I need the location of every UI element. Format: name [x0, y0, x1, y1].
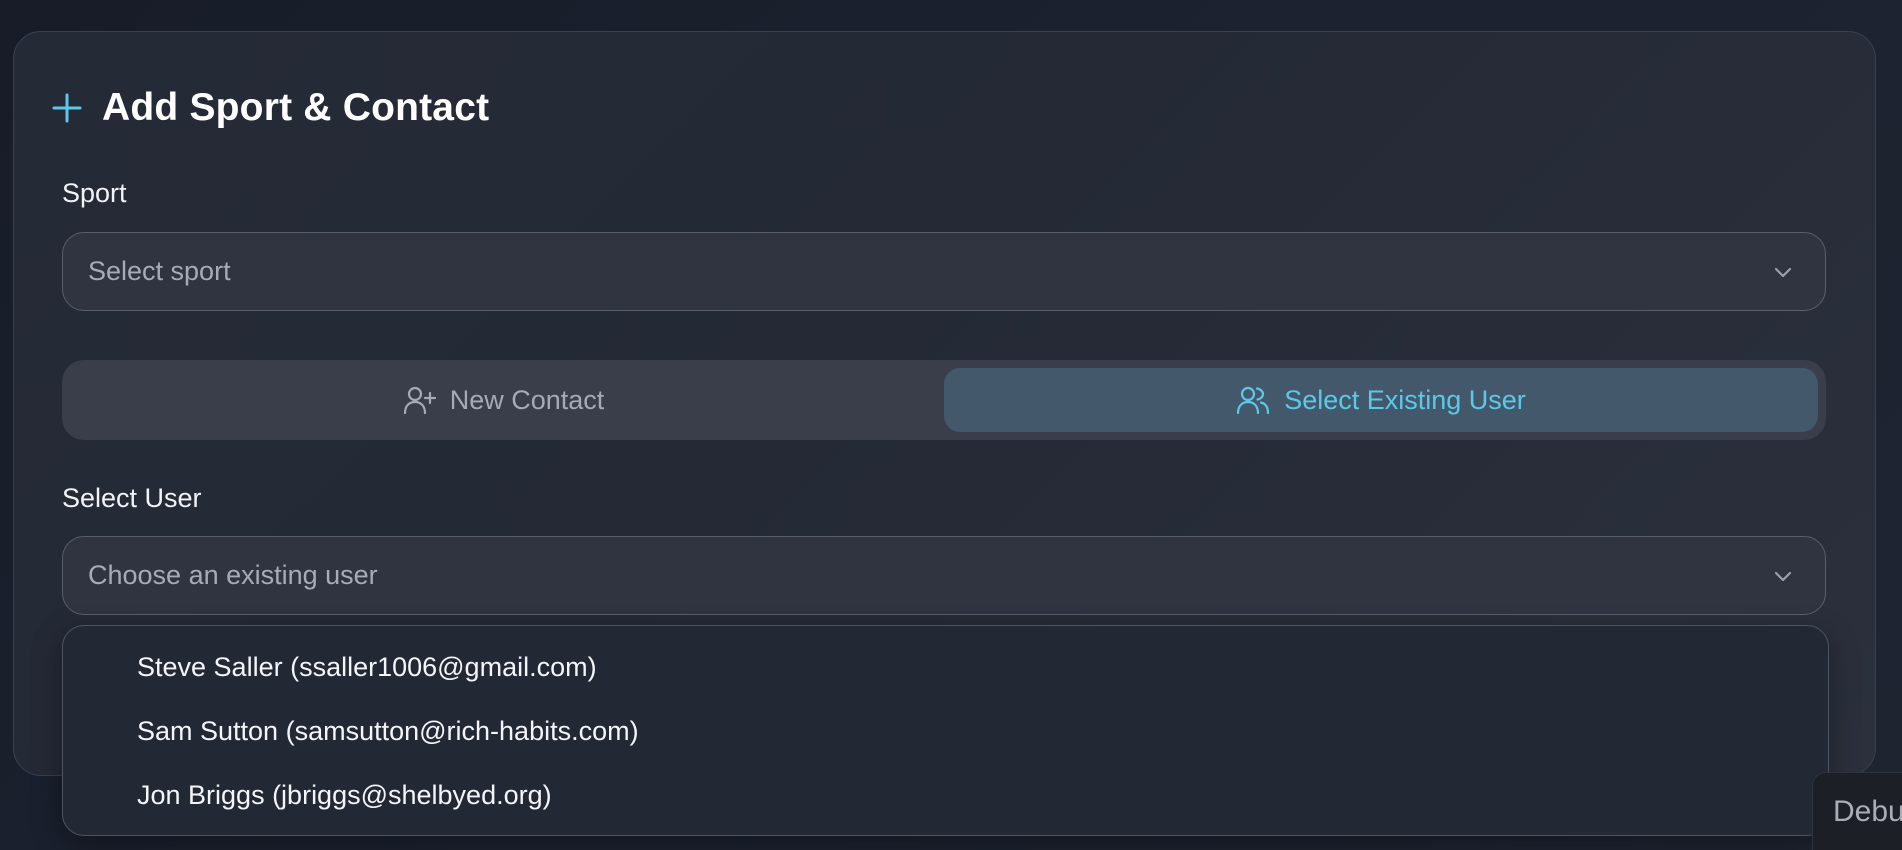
user-dropdown-list: Steve Saller (ssaller1006@gmail.com) Sam… [62, 625, 1829, 836]
card-title: Add Sport & Contact [102, 86, 490, 129]
new-contact-label: New Contact [449, 384, 605, 415]
card-header: Add Sport & Contact [50, 78, 489, 138]
select-user-select[interactable]: Choose an existing user [62, 536, 1826, 615]
sport-label: Sport [62, 178, 127, 208]
user-option[interactable]: Sam Sutton (samsutton@rich-habits.com) [137, 711, 639, 751]
sport-select[interactable]: Select sport [62, 232, 1826, 311]
chevron-down-icon [1771, 260, 1795, 284]
user-option[interactable]: Steve Saller (ssaller1006@gmail.com) [137, 647, 597, 687]
new-contact-button[interactable]: New Contact [70, 368, 936, 432]
plus-icon [50, 91, 84, 125]
sport-select-placeholder: Select sport [88, 256, 231, 286]
select-existing-user-button[interactable]: Select Existing User [944, 368, 1818, 432]
select-user-placeholder: Choose an existing user [88, 560, 378, 590]
chevron-down-icon [1771, 564, 1795, 588]
user-option[interactable]: Jon Briggs (jbriggs@shelbyed.org) [137, 775, 552, 815]
user-plus-icon [403, 386, 436, 415]
select-user-label: Select User [62, 483, 202, 513]
debug-button[interactable]: Debu [1812, 772, 1902, 850]
debug-label: Debu [1833, 795, 1902, 828]
users-icon [1237, 386, 1270, 415]
contact-mode-toggle: New Contact Select Existing User [62, 360, 1826, 440]
page: Add Sport & Contact Sport Select sport N… [0, 0, 1902, 850]
select-existing-user-label: Select Existing User [1284, 384, 1526, 415]
